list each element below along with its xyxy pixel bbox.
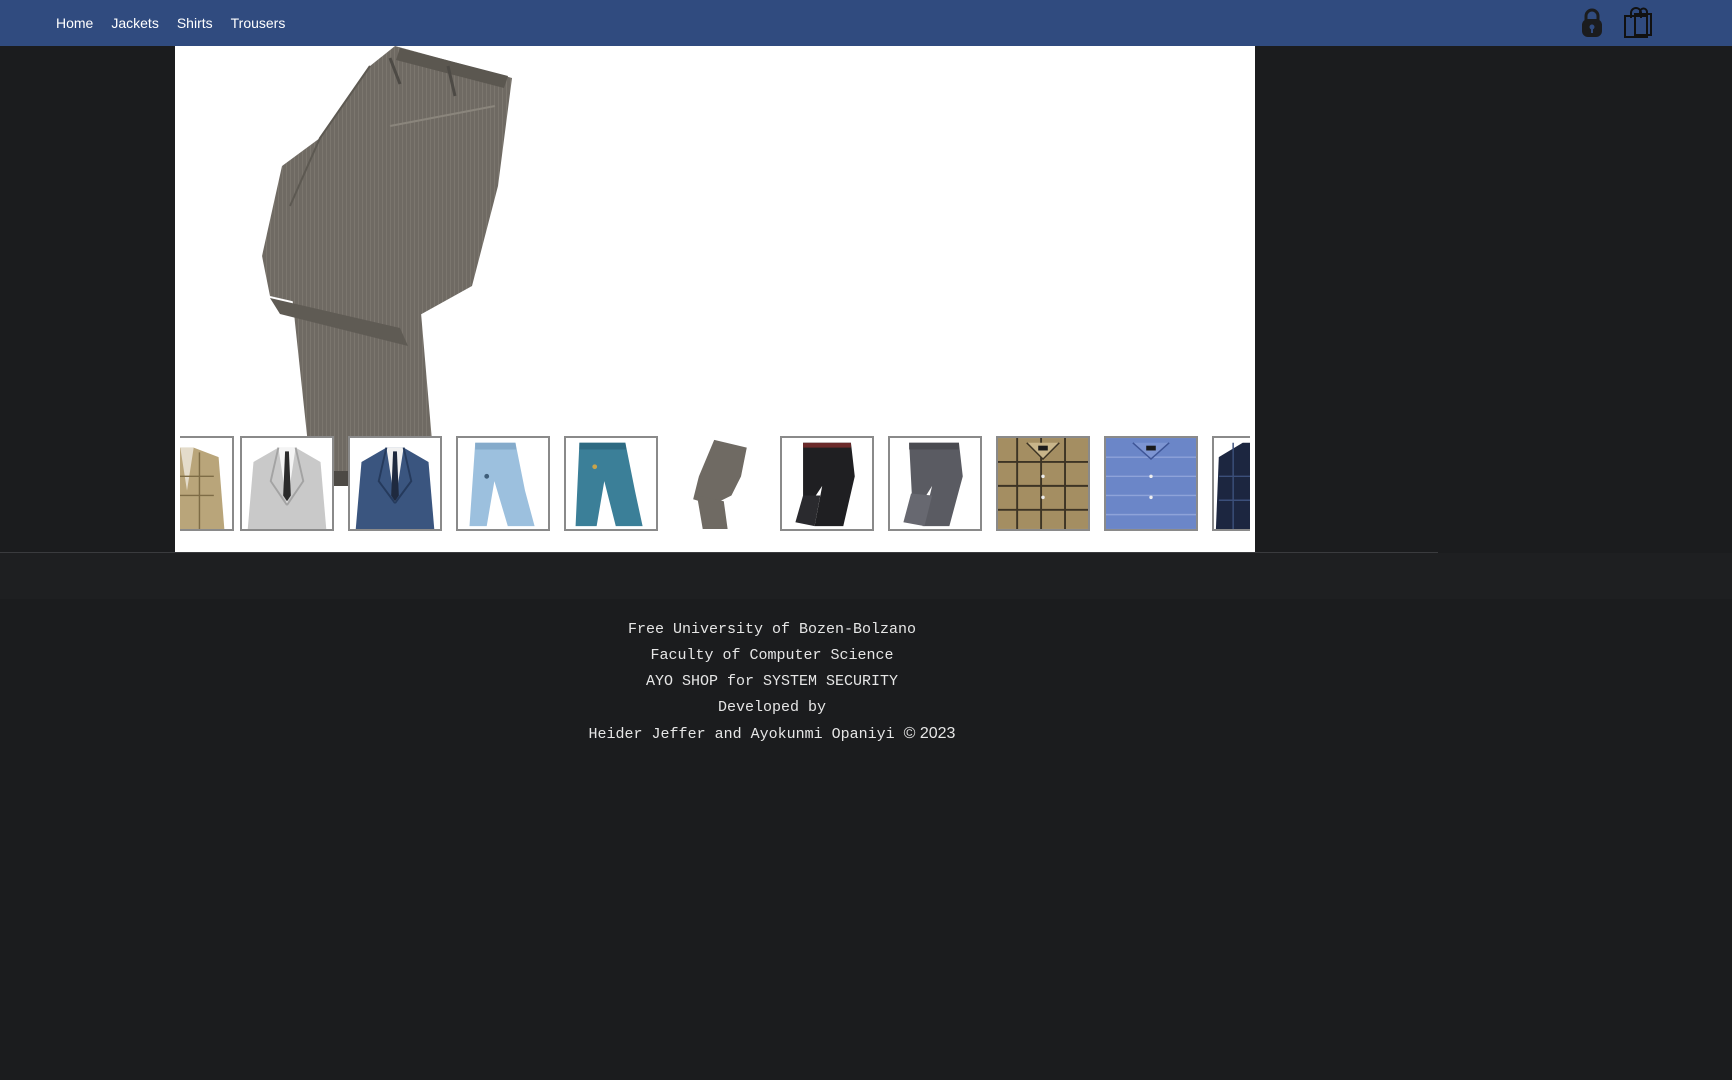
thumbnail-item[interactable] <box>240 436 334 531</box>
footer-author-names: Heider Jeffer and Ayokunmi Opaniyi <box>588 726 895 743</box>
thumbnail-item[interactable] <box>672 436 766 531</box>
thumbnail-item[interactable] <box>888 436 982 531</box>
trousers-image <box>262 46 512 486</box>
product-main-image <box>250 46 570 486</box>
cart-button[interactable] <box>1622 6 1656 40</box>
thumbnail-item[interactable] <box>780 436 874 531</box>
footer-authors: Heider Jeffer and Ayokunmi Opaniyi © 202… <box>0 721 1544 747</box>
thumbnail-item[interactable] <box>1104 436 1198 531</box>
nav-link-shirts[interactable]: Shirts <box>168 15 222 31</box>
thumbnail-item[interactable] <box>564 436 658 531</box>
nav-link-trousers[interactable]: Trousers <box>222 15 295 31</box>
thumbnail-item[interactable] <box>456 436 550 531</box>
product-gallery <box>175 46 1255 552</box>
navbar: Home Jackets Shirts Trousers <box>0 0 1732 46</box>
login-button[interactable] <box>1575 6 1609 40</box>
footer: Free University of Bozen-Bolzano Faculty… <box>0 599 1544 779</box>
footer-text: Free University of Bozen-Bolzano Faculty… <box>0 617 1544 747</box>
footer-copyright: © 2023 <box>903 725 956 742</box>
nav-link-jackets[interactable]: Jackets <box>102 15 167 31</box>
nav-link-home[interactable]: Home <box>48 15 102 31</box>
shopping-bag-icon <box>1624 7 1652 38</box>
nav-links: Home Jackets Shirts Trousers <box>48 0 294 46</box>
footer-shop-name: AYO SHOP for SYSTEM SECURITY <box>645 673 899 690</box>
thumbnail-item[interactable] <box>996 436 1090 531</box>
footer-university: Free University of Bozen-Bolzano <box>627 621 917 638</box>
thumbnail-carousel[interactable] <box>180 436 1250 536</box>
lock-icon <box>1582 8 1602 37</box>
thumbnail-item[interactable] <box>180 436 234 531</box>
footer-faculty: Faculty of Computer Science <box>650 647 894 664</box>
footer-developed-by: Developed by <box>717 699 827 716</box>
spacer-band <box>0 553 1732 599</box>
thumbnail-item[interactable] <box>348 436 442 531</box>
thumbnail-item[interactable] <box>1212 436 1250 531</box>
